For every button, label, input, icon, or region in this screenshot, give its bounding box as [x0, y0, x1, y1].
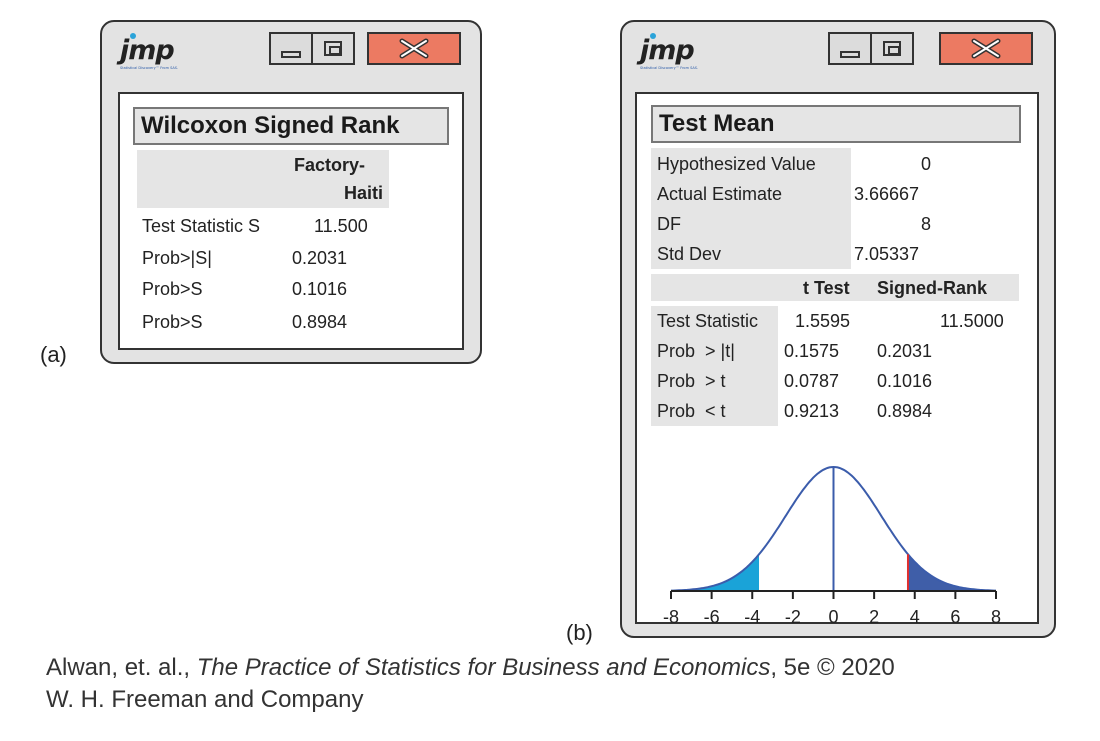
citation-edition: , 5e © 2020: [770, 654, 895, 681]
tick-label: 6: [950, 607, 960, 624]
test-label: Prob < t: [657, 401, 726, 421]
close-icon: [399, 38, 429, 59]
logo-tagline: Statistical Discovery™ From SAS.: [640, 66, 699, 70]
maximize-button[interactable]: [870, 32, 914, 65]
report-area-b: Test Mean Hypothesized Value 0 Actual Es…: [635, 92, 1039, 624]
logo-tagline: Statistical Discovery™ From SAS.: [120, 66, 179, 70]
citation-line-1: Alwan, et. al., The Practice of Statisti…: [46, 652, 895, 684]
minimize-button[interactable]: [828, 32, 872, 65]
tick-label: 4: [910, 607, 920, 624]
logo-text: jmp: [640, 35, 695, 66]
summary-value: 7.05337: [854, 244, 920, 264]
test-label: Test Statistic: [657, 311, 759, 331]
close-button[interactable]: [367, 32, 461, 65]
tick-label: -2: [785, 607, 801, 624]
close-icon: [971, 38, 1001, 59]
logo-dot-icon: [130, 33, 136, 39]
signed-rank-value: 0.8984: [877, 401, 933, 421]
tick-label: 8: [991, 607, 1001, 624]
x-axis-ticks: -8 -6 -4 -2 0 2 4 6 8: [663, 591, 1001, 624]
minimize-button[interactable]: [269, 32, 313, 65]
jmp-window-a: jmp Statistical Discovery™ From SAS. Wil…: [100, 20, 482, 364]
citation-authors: Alwan, et. al.,: [46, 654, 197, 681]
header-signed-rank: Signed-Rank: [877, 278, 988, 298]
tick-label: 0: [828, 607, 838, 624]
summary-label: Hypothesized Value: [657, 154, 816, 174]
summary-value: 3.66667: [854, 184, 920, 204]
summary-value: 0: [921, 154, 932, 174]
t-test-value: 1.5595: [795, 311, 851, 331]
t-test-value: 0.1575: [784, 341, 840, 361]
panel-label-a: (a): [40, 342, 67, 367]
row-label: Prob>S: [142, 279, 203, 299]
row-label: Prob>S: [142, 312, 203, 332]
summary-value: 8: [921, 214, 932, 234]
row-label: Test Statistic S: [142, 216, 261, 236]
report-area-a: Wilcoxon Signed Rank Factory- Haiti Test…: [118, 92, 464, 350]
test-label: Prob > |t|: [657, 341, 735, 361]
maximize-button[interactable]: [311, 32, 355, 65]
column-header-line2: Haiti: [344, 183, 384, 203]
signed-rank-value: 0.1016: [877, 371, 933, 391]
jmp-logo: jmp Statistical Discovery™ From SAS.: [640, 33, 698, 70]
minimize-icon: [840, 51, 860, 58]
maximize-icon: [324, 41, 342, 56]
minimize-icon: [281, 51, 301, 58]
tick-label: -4: [744, 607, 760, 624]
test-label: Prob > t: [657, 371, 726, 391]
signed-rank-value: 0.2031: [877, 341, 933, 361]
header-t-test: t Test: [803, 278, 850, 298]
report-title: Wilcoxon Signed Rank: [133, 107, 449, 145]
citation-book-title: The Practice of Statistics for Business …: [196, 654, 771, 681]
row-value: 11.500: [314, 216, 368, 236]
summary-label: DF: [657, 214, 681, 234]
row-value: 0.8984: [292, 312, 348, 332]
logo-dot-icon: [650, 33, 656, 39]
row-label: Prob>|S|: [142, 248, 212, 268]
close-button[interactable]: [939, 32, 1033, 65]
column-header-line1: Factory-: [294, 155, 366, 175]
panel-label-b: (b): [566, 620, 593, 645]
jmp-window-b: jmp Statistical Discovery™ From SAS. Tes…: [620, 20, 1056, 638]
report-title: Test Mean: [651, 105, 1021, 143]
tick-label: 2: [869, 607, 879, 624]
t-distribution-plot: -8 -6 -4 -2 0 2 4 6 8: [663, 465, 1001, 624]
t-test-value: 0.9213: [784, 401, 840, 421]
signed-rank-value: 11.5000: [940, 311, 1004, 331]
summary-label: Std Dev: [657, 244, 722, 264]
t-test-value: 0.0787: [784, 371, 840, 391]
maximize-icon: [883, 41, 901, 56]
tick-label: -8: [663, 607, 679, 624]
tick-label: -6: [704, 607, 720, 624]
row-value: 0.1016: [292, 279, 348, 299]
logo-text: jmp: [120, 35, 175, 66]
jmp-logo: jmp Statistical Discovery™ From SAS.: [120, 33, 178, 70]
citation-line-2: W. H. Freeman and Company: [46, 686, 364, 713]
summary-label: Actual Estimate: [657, 184, 783, 204]
row-value: 0.2031: [292, 248, 348, 268]
